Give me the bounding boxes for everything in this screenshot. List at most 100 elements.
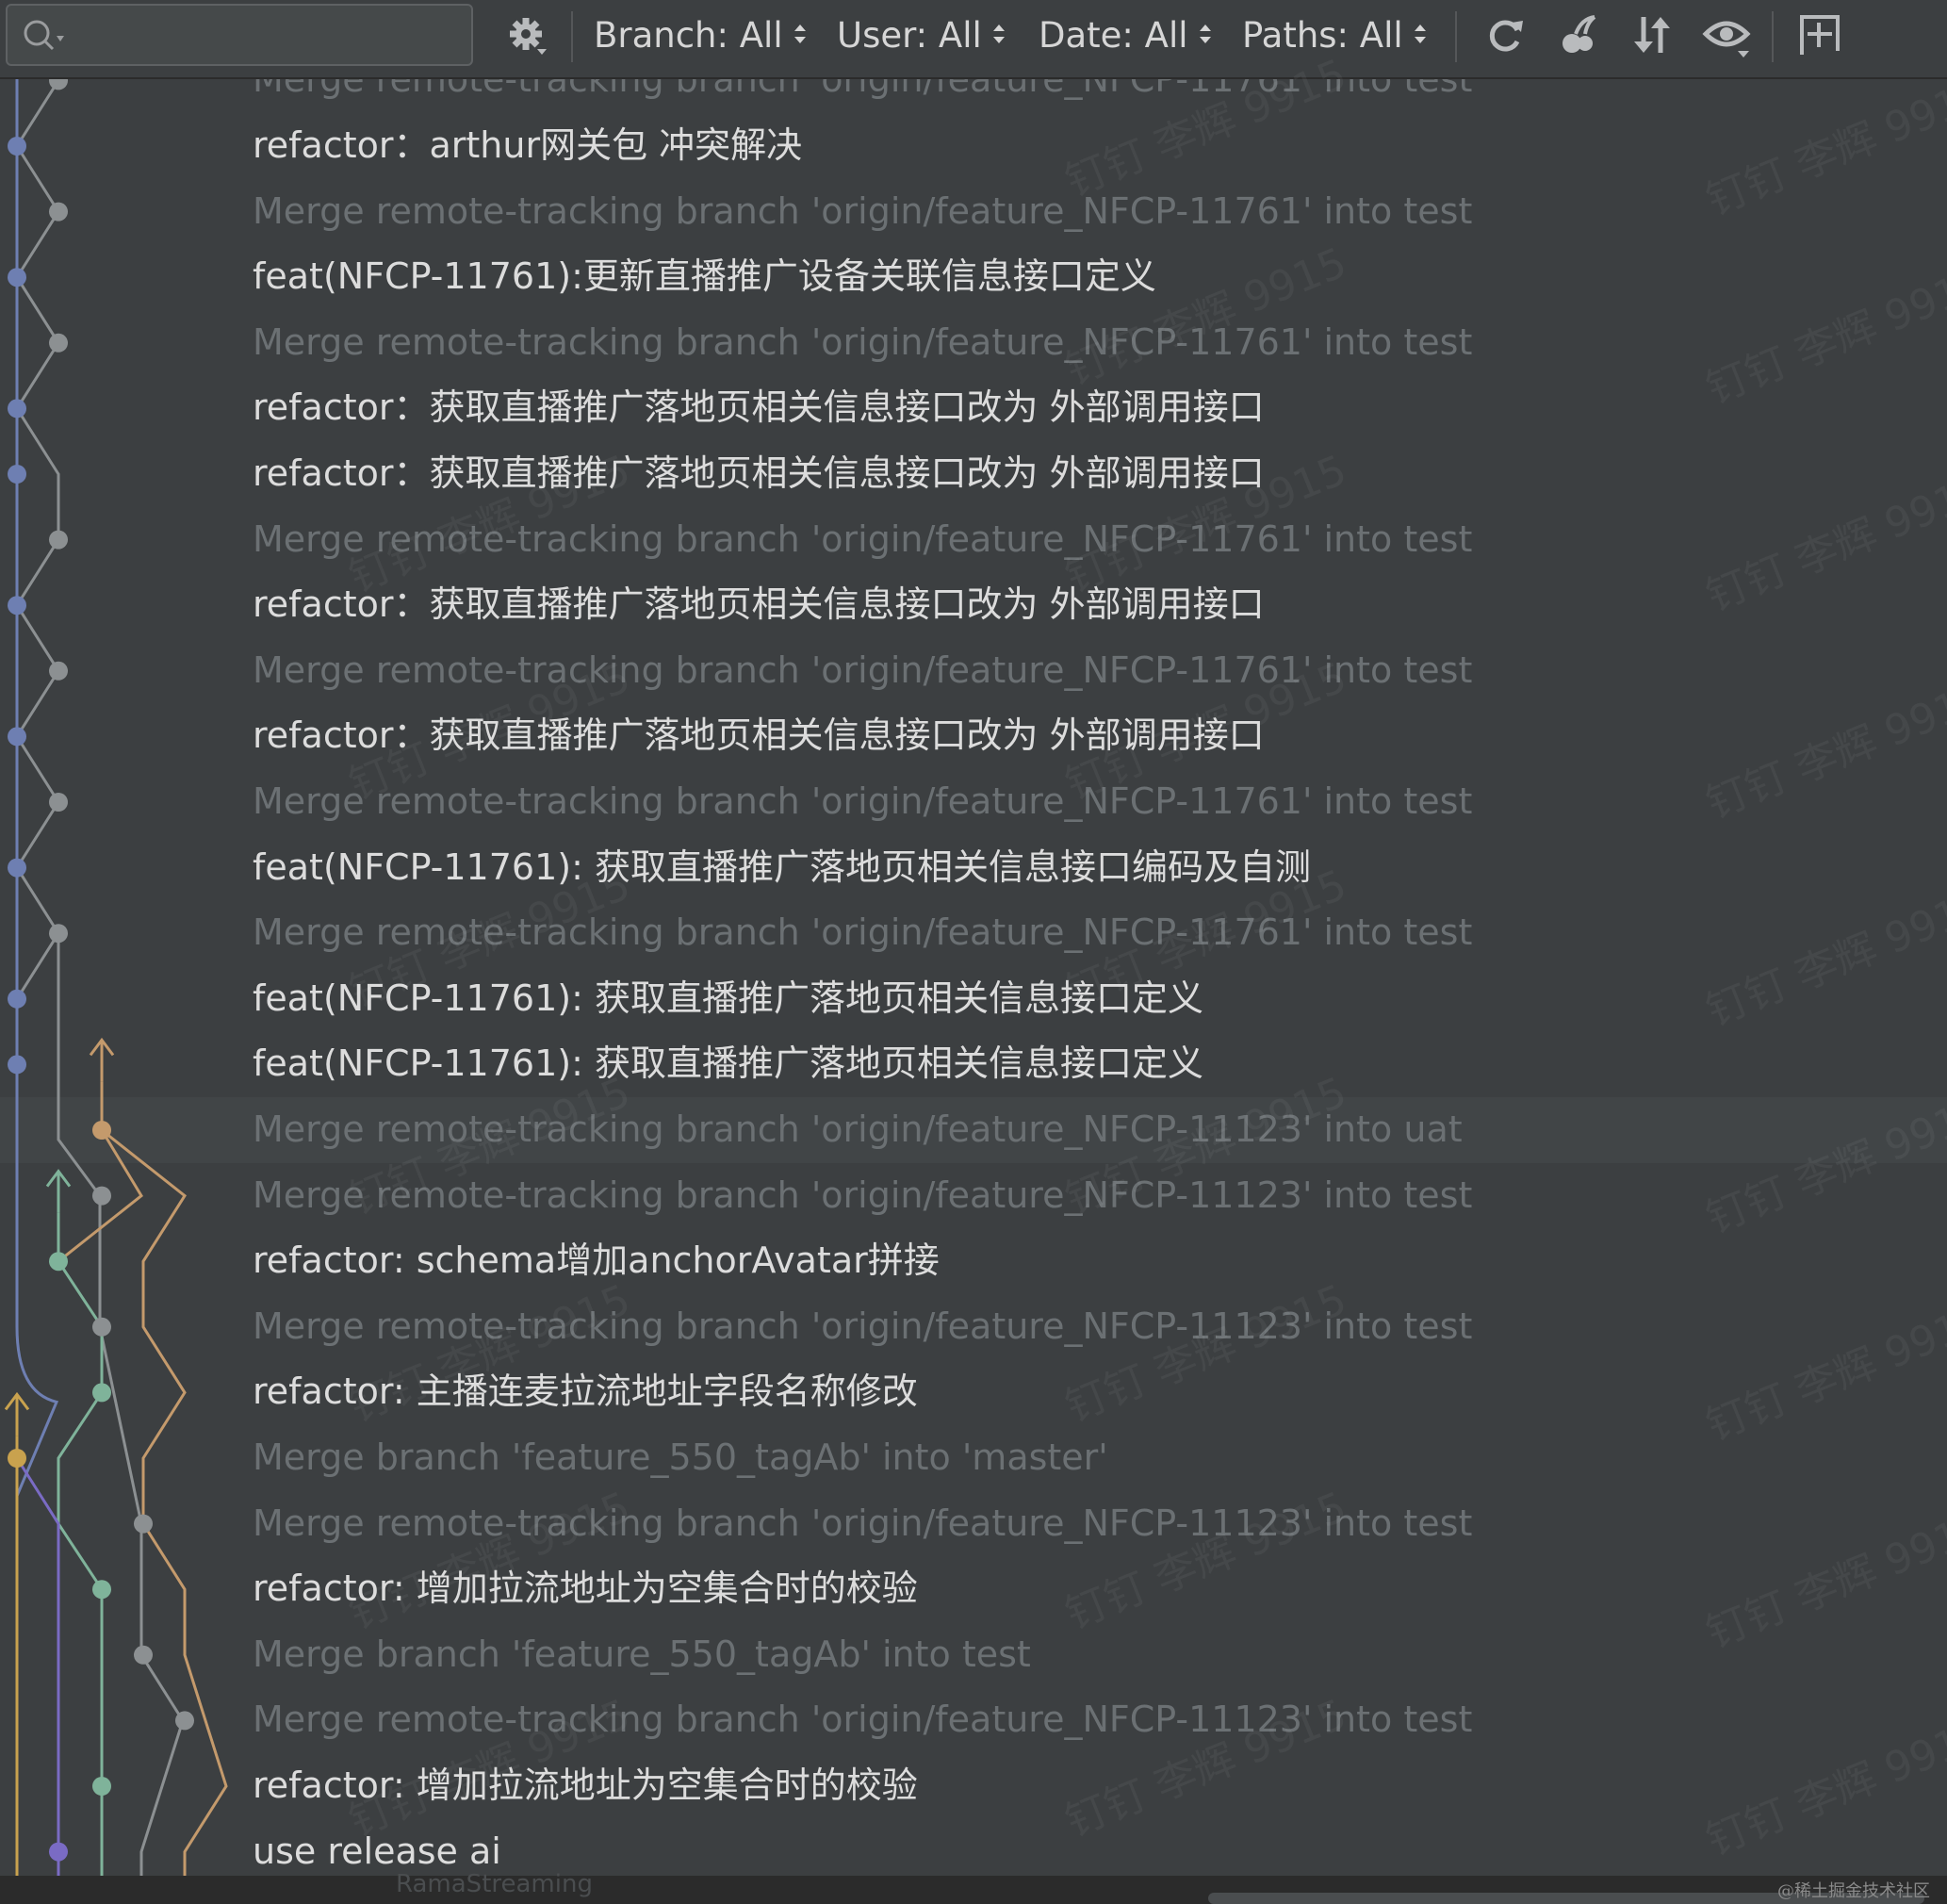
commit-node[interactable] xyxy=(49,1842,68,1862)
commit-message: refactor: 增加拉流地址为空集合时的校验 xyxy=(253,1568,918,1610)
commit-row-partial[interactable]: Merge remote-tracking branch 'origin/fea… xyxy=(0,79,1947,113)
search-box[interactable] xyxy=(6,4,473,66)
commit-node[interactable] xyxy=(92,1580,111,1600)
commit-node[interactable] xyxy=(92,1383,111,1403)
commit-row[interactable]: Merge remote-tracking branch 'origin/fea… xyxy=(0,1097,1947,1163)
merge-node[interactable] xyxy=(92,1317,111,1337)
commit-row[interactable]: Merge remote-tracking branch 'origin/fea… xyxy=(0,638,1947,704)
commit-message: Merge remote-tracking branch 'origin/fea… xyxy=(253,1108,1463,1150)
commit-row[interactable]: refactor: 增加拉流地址为空集合时的校验 xyxy=(0,1753,1947,1819)
merge-node[interactable] xyxy=(134,1514,153,1534)
commit-message: refactor：arthur网关包 冲突解决 xyxy=(253,124,803,166)
commit-row[interactable]: refactor：获取直播推广落地页相关信息接口改为 外部调用接口 xyxy=(0,375,1947,441)
commit-node[interactable] xyxy=(8,268,26,287)
search-input[interactable] xyxy=(74,13,454,57)
commit-row[interactable]: Merge remote-tracking branch 'origin/fea… xyxy=(0,310,1947,376)
commit-row[interactable]: refactor：获取直播推广落地页相关信息接口改为 外部调用接口 xyxy=(0,441,1947,507)
commit-row[interactable]: Merge remote-tracking branch 'origin/fea… xyxy=(0,769,1947,835)
merge-node[interactable] xyxy=(134,1645,153,1665)
commit-row[interactable]: feat(NFCP-11761): 获取直播推广落地页相关信息接口定义 xyxy=(0,1031,1947,1097)
commit-row[interactable]: Merge remote-tracking branch 'origin/fea… xyxy=(0,1163,1947,1229)
commit-node[interactable] xyxy=(8,858,26,878)
user-filter-label: User: All xyxy=(837,15,982,56)
updown-arrows-icon xyxy=(794,24,806,43)
commit-row[interactable]: refactor: 主播连麦拉流地址字段名称修改 xyxy=(0,1359,1947,1425)
log-toolbar: Branch: All User: All Date: All Paths: A… xyxy=(0,0,1947,79)
refresh-icon[interactable] xyxy=(1483,9,1527,62)
branch-filter[interactable]: Branch: All xyxy=(594,13,808,58)
merge-node[interactable] xyxy=(49,530,68,550)
commit-node[interactable] xyxy=(8,465,26,484)
commit-message: feat(NFCP-11761):更新直播推广设备关联信息接口定义 xyxy=(253,255,1156,298)
status-bar: RamaStreaming @稀土掘金技术社区 xyxy=(0,1870,1947,1904)
commit-message: use release ai xyxy=(253,1830,501,1872)
commit-message: refactor：获取直播推广落地页相关信息接口改为 外部调用接口 xyxy=(253,386,1265,429)
commit-node[interactable] xyxy=(92,1777,111,1796)
merge-node[interactable] xyxy=(49,333,68,353)
commit-message: Merge branch 'feature_550_tagAb' into te… xyxy=(253,1633,1031,1675)
merge-node[interactable] xyxy=(49,661,68,681)
commit-message: Merge remote-tracking branch 'origin/fea… xyxy=(253,648,1473,691)
commit-message: Merge branch 'feature_550_tagAb' into 'm… xyxy=(253,1436,1108,1478)
commit-message: Merge remote-tracking branch 'origin/fea… xyxy=(253,189,1473,232)
commit-row[interactable]: Merge branch 'feature_550_tagAb' into te… xyxy=(0,1622,1947,1688)
branch-arrow xyxy=(89,1037,115,1082)
commit-node[interactable] xyxy=(49,1252,68,1272)
settings-icon[interactable] xyxy=(505,9,550,62)
commit-message: feat(NFCP-11761): 获取直播推广落地页相关信息接口定义 xyxy=(253,977,1203,1019)
commit-row[interactable]: refactor：获取直播推广落地页相关信息接口改为 外部调用接口 xyxy=(0,572,1947,638)
commit-row[interactable]: feat(NFCP-11761): 获取直播推广落地页相关信息接口编码及自测 xyxy=(0,835,1947,901)
paths-filter[interactable]: Paths: All xyxy=(1242,13,1428,58)
eye-icon[interactable] xyxy=(1702,9,1755,62)
commit-message: feat(NFCP-11761): 获取直播推广落地页相关信息接口定义 xyxy=(253,1042,1203,1085)
commit-message: Merge remote-tracking branch 'origin/fea… xyxy=(253,1305,1473,1347)
commit-row[interactable]: Merge remote-tracking branch 'origin/fea… xyxy=(0,179,1947,245)
commit-node[interactable] xyxy=(8,399,26,419)
lane-blue xyxy=(15,79,59,1876)
status-branch-text: RamaStreaming xyxy=(396,1870,593,1898)
merge-node[interactable] xyxy=(49,924,68,944)
merge-node[interactable] xyxy=(92,1121,111,1140)
commit-node[interactable] xyxy=(8,727,26,747)
commit-row[interactable]: Merge remote-tracking branch 'origin/fea… xyxy=(0,1687,1947,1753)
updown-arrows-icon xyxy=(1414,24,1426,43)
commit-row[interactable]: refactor: schema增加anchorAvatar拼接 xyxy=(0,1228,1947,1294)
commit-message: Merge remote-tracking branch 'origin/fea… xyxy=(253,1502,1473,1544)
user-filter[interactable]: User: All xyxy=(837,13,1006,58)
commit-row[interactable]: use release ai xyxy=(0,1819,1947,1876)
commit-row[interactable]: Merge remote-tracking branch 'origin/fea… xyxy=(0,1491,1947,1557)
search-icon xyxy=(24,20,64,51)
commit-log: Merge remote-tracking branch 'origin/fea… xyxy=(0,79,1947,1876)
commit-message: refactor: schema增加anchorAvatar拼接 xyxy=(253,1239,940,1282)
source-credit: @稀土掘金技术社区 xyxy=(1777,1881,1930,1901)
branch-arrow xyxy=(4,1391,30,1436)
commit-message: refactor：获取直播推广落地页相关信息接口改为 外部调用接口 xyxy=(253,583,1265,626)
merge-node[interactable] xyxy=(49,793,68,812)
commit-row[interactable]: Merge remote-tracking branch 'origin/fea… xyxy=(0,507,1947,573)
commit-row[interactable]: refactor: 增加拉流地址为空集合时的校验 xyxy=(0,1556,1947,1622)
merge-node[interactable] xyxy=(175,1711,194,1731)
commit-message: Merge remote-tracking branch 'origin/fea… xyxy=(253,780,1473,822)
merge-node[interactable] xyxy=(8,1449,26,1468)
commit-node[interactable] xyxy=(8,137,26,156)
commit-row[interactable]: Merge branch 'feature_550_tagAb' into 'm… xyxy=(0,1425,1947,1491)
branch-arrow xyxy=(45,1169,72,1213)
merge-node[interactable] xyxy=(49,202,68,222)
commit-row[interactable]: refactor：获取直播推广落地页相关信息接口改为 外部调用接口 xyxy=(0,703,1947,769)
updown-arrows-icon xyxy=(1199,24,1211,43)
merge-node[interactable] xyxy=(92,1186,111,1206)
commit-row[interactable]: Merge remote-tracking branch 'origin/fea… xyxy=(0,1294,1947,1360)
commit-node[interactable] xyxy=(8,989,26,1009)
commit-message: refactor：获取直播推广落地页相关信息接口改为 外部调用接口 xyxy=(253,714,1265,757)
commit-row[interactable]: Merge remote-tracking branch 'origin/fea… xyxy=(0,900,1947,966)
commit-row[interactable]: feat(NFCP-11761):更新直播推广设备关联信息接口定义 xyxy=(0,244,1947,310)
date-filter[interactable]: Date: All xyxy=(1039,13,1213,58)
sort-icon[interactable] xyxy=(1630,9,1674,62)
cherry-pick-icon[interactable] xyxy=(1557,9,1600,62)
commit-message: refactor: 主播连麦拉流地址字段名称修改 xyxy=(253,1371,918,1413)
commit-node[interactable] xyxy=(8,1055,26,1075)
commit-node[interactable] xyxy=(8,596,26,616)
new-tab-icon[interactable] xyxy=(1796,9,1843,62)
commit-row[interactable]: feat(NFCP-11761): 获取直播推广落地页相关信息接口定义 xyxy=(0,966,1947,1032)
commit-row[interactable]: refactor：arthur网关包 冲突解决 xyxy=(0,113,1947,179)
